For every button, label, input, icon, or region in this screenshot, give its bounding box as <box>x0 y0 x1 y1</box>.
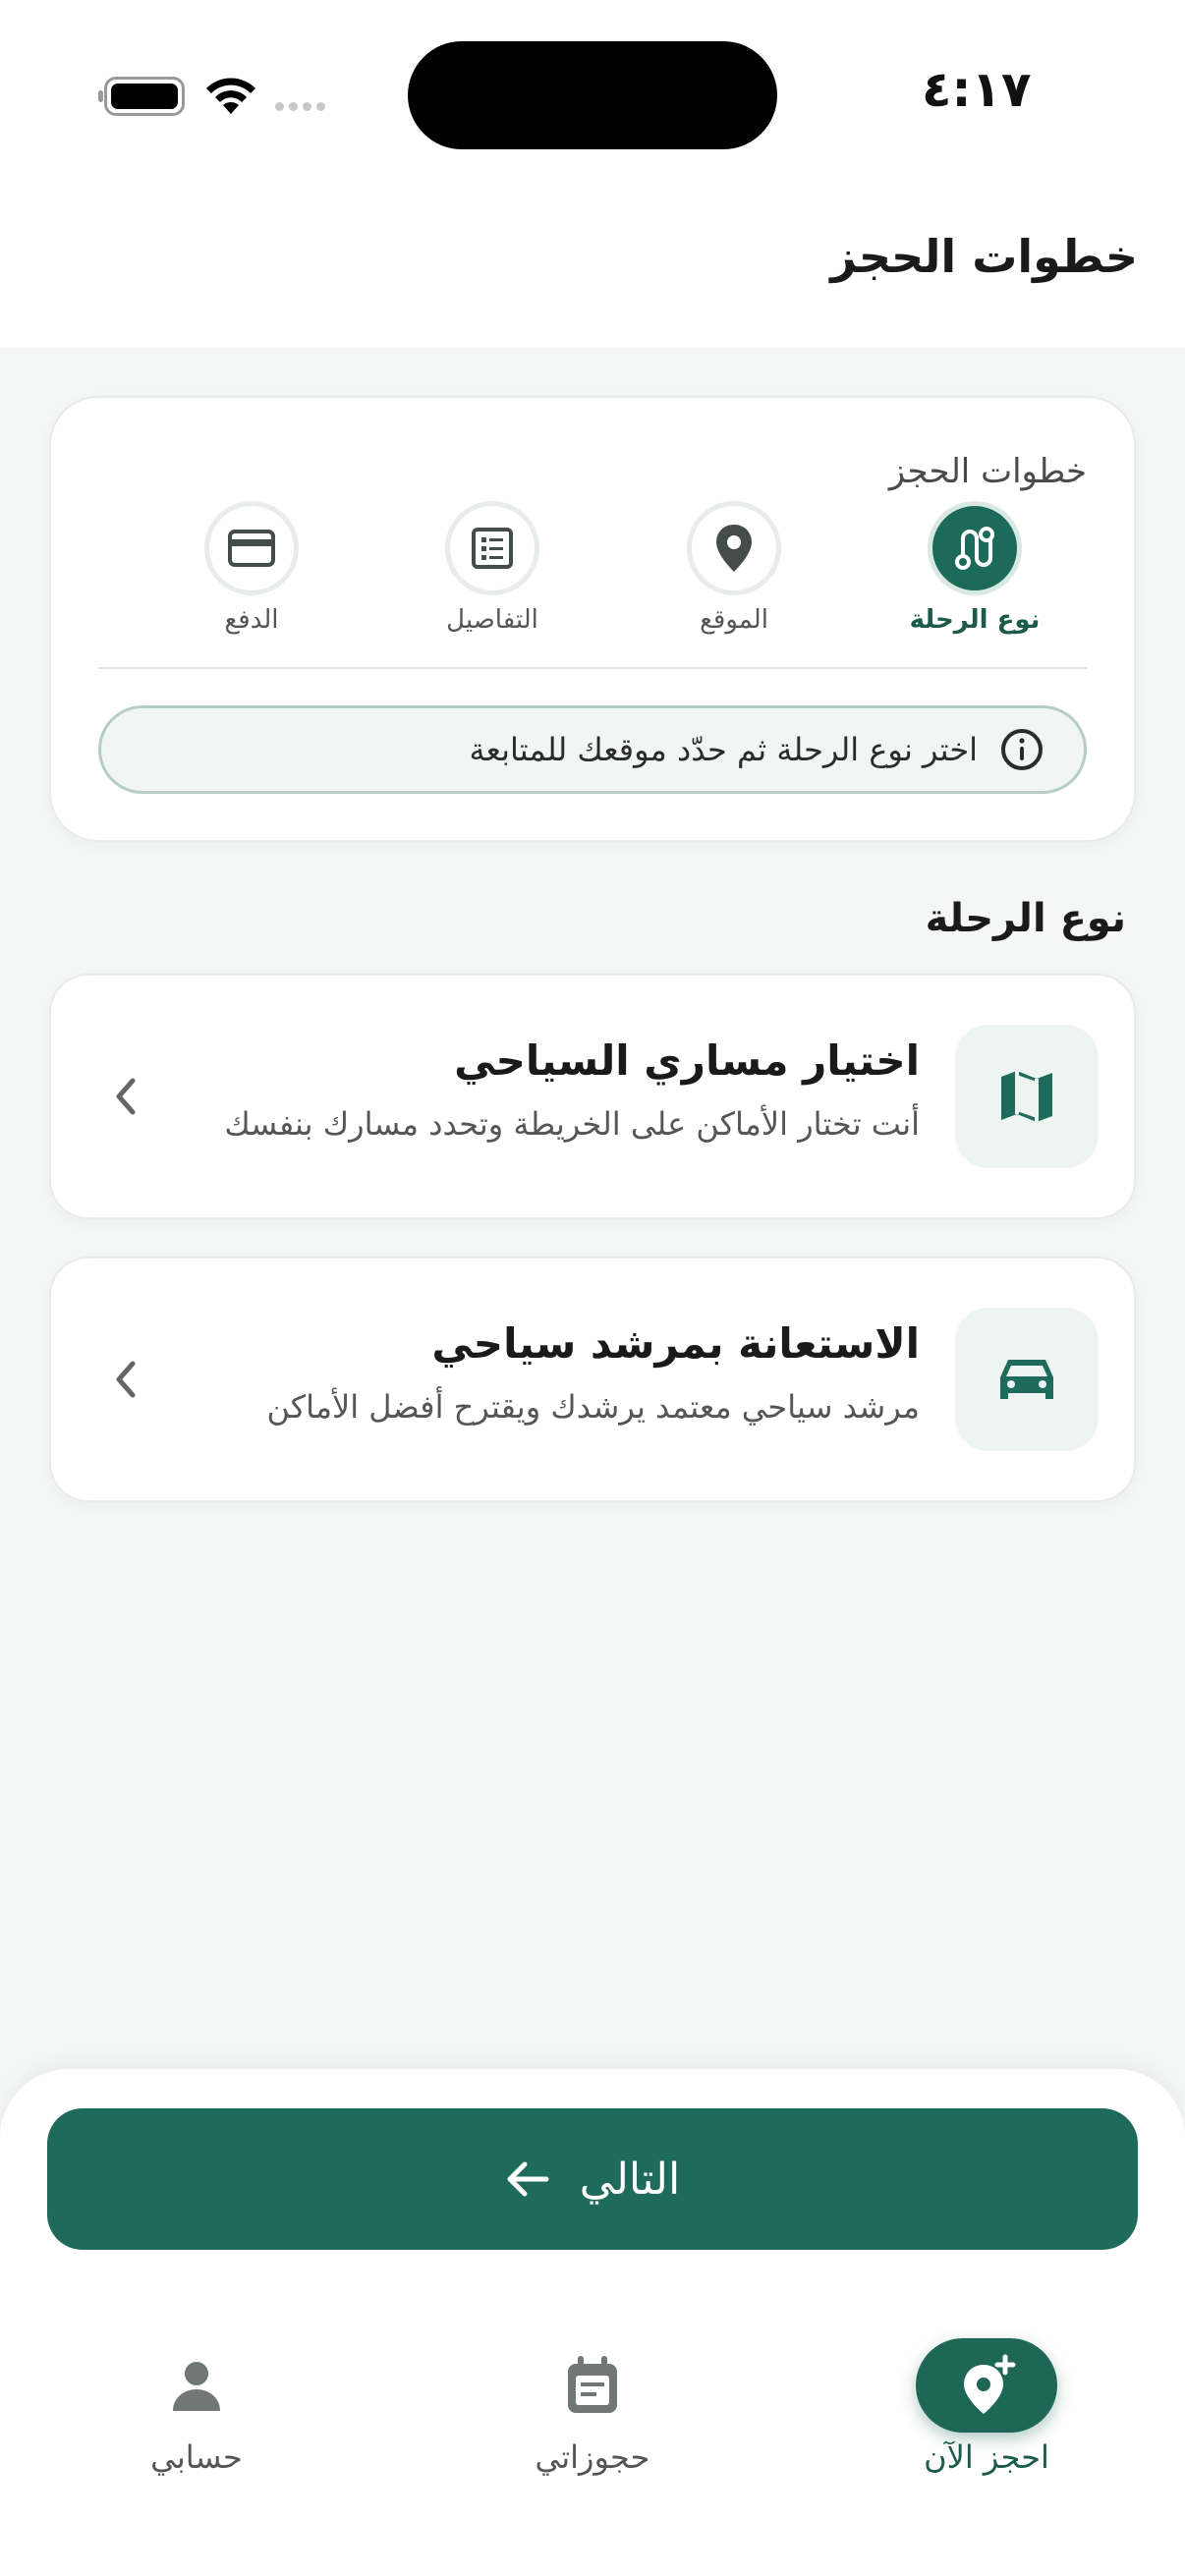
section-title: نوع الرحلة <box>925 896 1126 941</box>
booking-steps-card: خطوات الحجز نوع الرحلة الموقع التفاصيل ا… <box>49 396 1136 842</box>
chevron-left-icon <box>116 1078 136 1115</box>
hint-text: اختر نوع الرحلة ثم حدّد موقعك للمتابعة <box>469 731 978 768</box>
arrow-left-icon <box>507 2161 549 2197</box>
chevron-left-icon <box>116 1361 136 1398</box>
step-label: نوع الرحلة <box>909 605 1041 635</box>
credit-card-icon <box>204 501 299 595</box>
cellular-signal-icon <box>275 102 325 111</box>
step-location[interactable]: الموقع <box>636 501 832 635</box>
details-list-icon <box>445 501 539 595</box>
route-icon <box>928 501 1022 595</box>
steps-title: خطوات الحجز <box>888 452 1087 491</box>
tab-bar: احجز الآن حجوزاتي حسابي <box>0 2309 1185 2576</box>
option-self-route[interactable]: اختيار مساري السياحي أنت تختار الأماكن ع… <box>49 974 1136 1219</box>
tab-label: حجوزاتي <box>535 2438 650 2476</box>
car-icon <box>955 1308 1099 1451</box>
step-label: التفاصيل <box>446 605 538 635</box>
tab-my-bookings[interactable]: حجوزاتي <box>465 2338 720 2476</box>
map-icon <box>955 1025 1099 1168</box>
divider <box>98 667 1087 669</box>
step-label: الموقع <box>700 605 768 635</box>
person-icon <box>69 2338 324 2433</box>
tab-label: حسابي <box>150 2438 243 2476</box>
option-title: الاستعانة بمرشد سياحي <box>431 1319 920 1368</box>
page-title: خطوات الحجز <box>830 230 1138 283</box>
option-title: اختيار مساري السياحي <box>454 1036 920 1085</box>
battery-icon <box>98 77 185 116</box>
tab-my-account[interactable]: حسابي <box>69 2338 324 2476</box>
step-label: الدفع <box>224 605 279 635</box>
option-tour-guide[interactable]: الاستعانة بمرشد سياحي مرشد سياحي معتمد ي… <box>49 1257 1136 1502</box>
dynamic-island <box>408 41 777 149</box>
next-button[interactable]: التالي <box>47 2108 1138 2250</box>
step-trip-type[interactable]: نوع الرحلة <box>876 501 1073 635</box>
location-pin-icon <box>687 501 781 595</box>
info-icon <box>1001 729 1043 770</box>
add-location-icon <box>916 2338 1057 2433</box>
step-payment[interactable]: الدفع <box>153 501 350 635</box>
option-description: مرشد سياحي معتمد يرشدك ويقترح أفضل الأما… <box>266 1388 921 1426</box>
wifi-icon <box>206 78 255 114</box>
hint-banner: اختر نوع الرحلة ثم حدّد موقعك للمتابعة <box>98 705 1087 794</box>
option-description: أنت تختار الأماكن على الخريطة وتحدد مسار… <box>224 1105 920 1143</box>
step-details[interactable]: التفاصيل <box>394 501 591 635</box>
status-time: ٤:١٧ <box>922 61 1032 118</box>
tab-label: احجز الآن <box>924 2438 1049 2476</box>
next-button-label: التالي <box>579 2154 681 2205</box>
tab-book-now[interactable]: احجز الآن <box>859 2338 1114 2476</box>
calendar-icon <box>465 2338 720 2433</box>
